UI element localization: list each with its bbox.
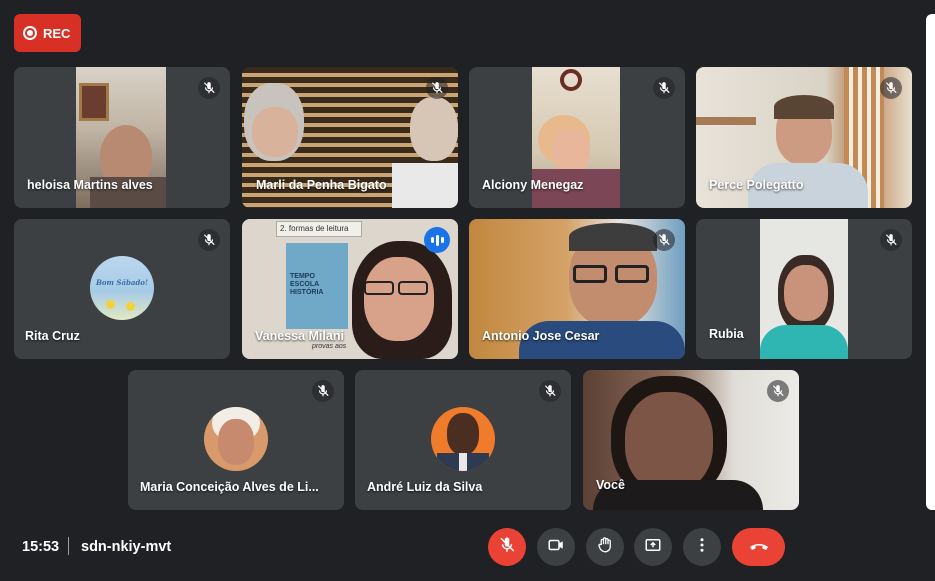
- divider: [68, 537, 69, 555]
- recording-indicator[interactable]: REC: [14, 14, 81, 52]
- record-icon: [23, 26, 37, 40]
- mic-off-icon: [198, 77, 220, 99]
- more-options-button[interactable]: [683, 528, 721, 566]
- participant-tile[interactable]: Rubia: [696, 219, 912, 359]
- side-panel-edge[interactable]: [926, 14, 935, 510]
- participant-name: Você: [596, 478, 625, 492]
- participant-tile[interactable]: Perce Polegatto: [696, 67, 912, 208]
- avatar-caption: Bom Sábado!: [95, 278, 149, 287]
- slide-heading: 2. formas de leitura: [276, 221, 362, 237]
- participant-name: Vanessa Milani: [255, 329, 344, 343]
- mic-off-icon: [426, 77, 448, 99]
- participant-name: Rubia: [709, 327, 744, 341]
- participant-name: Maria Conceição Alves de Li...: [140, 480, 319, 494]
- participant-name: heloisa Martins alves: [27, 178, 153, 192]
- mic-off-icon: [880, 229, 902, 251]
- participant-tile[interactable]: Antonio Jose Cesar: [469, 219, 685, 359]
- toggle-camera-button[interactable]: [537, 528, 575, 566]
- avatar: [431, 407, 495, 471]
- participant-tile[interactable]: Marli da Penha Bigato: [242, 67, 458, 208]
- slide-footer: provas aos: [312, 343, 347, 350]
- raise-hand-icon: [596, 536, 614, 559]
- participant-tile[interactable]: heloisa Martins alves: [14, 67, 230, 208]
- participant-tile[interactable]: Maria Conceição Alves de Li...: [128, 370, 344, 510]
- present-screen-icon: [644, 536, 662, 559]
- mic-off-icon: [653, 77, 675, 99]
- participant-tile[interactable]: Alciony Menegaz: [469, 67, 685, 208]
- participant-name: Rita Cruz: [25, 329, 80, 343]
- mic-off-icon: [198, 229, 220, 251]
- more-options-icon: [693, 536, 711, 559]
- meeting-clock: 15:53: [22, 539, 60, 555]
- present-now-button[interactable]: [634, 528, 672, 566]
- recording-label: REC: [43, 25, 71, 41]
- video-camera-icon: [547, 536, 565, 559]
- mic-off-icon: [312, 380, 334, 402]
- leave-call-icon: [747, 533, 771, 562]
- speaking-indicator-icon: [424, 227, 450, 253]
- leave-call-button[interactable]: [732, 528, 785, 566]
- mic-off-icon: [767, 380, 789, 402]
- participant-tile-active-speaker[interactable]: 2. formas de leitura TEMPO ESCOLA HISTÓR…: [242, 219, 458, 359]
- toggle-microphone-button[interactable]: [488, 528, 526, 566]
- avatar: Bom Sábado!: [90, 256, 154, 320]
- participant-name: André Luiz da Silva: [367, 480, 483, 494]
- participant-tile[interactable]: André Luiz da Silva: [355, 370, 571, 510]
- meeting-code: sdn-nkiy-mvt: [81, 539, 172, 555]
- mic-off-icon: [880, 77, 902, 99]
- avatar: [204, 407, 268, 471]
- participant-name: Marli da Penha Bigato: [256, 178, 387, 192]
- mic-off-icon: [653, 229, 675, 251]
- participant-tile[interactable]: Bom Sábado! Rita Cruz: [14, 219, 230, 359]
- participant-video: [760, 219, 848, 359]
- participant-name: Antonio Jose Cesar: [482, 329, 600, 343]
- raise-hand-button[interactable]: [586, 528, 624, 566]
- book-title: TEMPO ESCOLA HISTÓRIA: [290, 273, 324, 296]
- participant-name: Alciony Menegaz: [482, 178, 584, 192]
- meeting-controls-bar: 15:53 sdn-nkiy-mvt: [0, 520, 935, 581]
- participant-name: Perce Polegatto: [709, 178, 804, 192]
- mic-off-icon: [539, 380, 561, 402]
- participant-tile-self[interactable]: Você: [583, 370, 799, 510]
- mic-off-icon: [498, 536, 516, 559]
